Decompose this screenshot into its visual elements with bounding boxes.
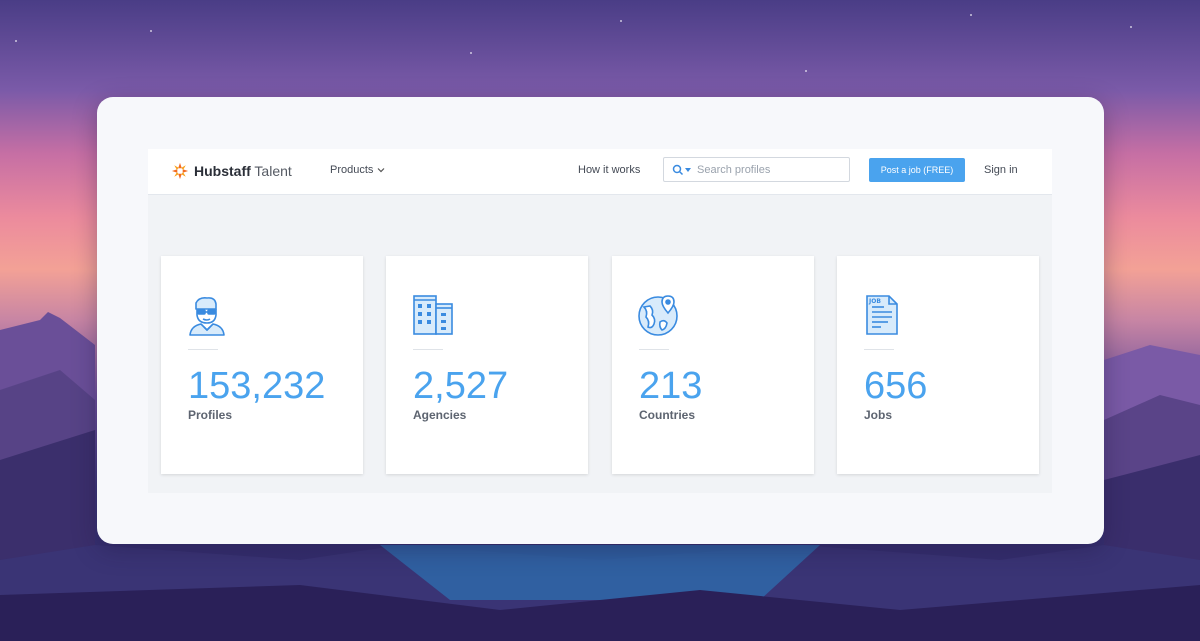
how-it-works-link[interactable]: How it works bbox=[578, 164, 640, 176]
stat-label: Countries bbox=[639, 408, 696, 422]
stat-card-profiles: 153,232 Profiles bbox=[161, 256, 363, 474]
stat-card-agencies: 2,527 Agencies bbox=[386, 256, 588, 474]
person-icon bbox=[189, 297, 225, 336]
stat-value: 213 bbox=[639, 365, 703, 407]
stat-value: 656 bbox=[864, 365, 928, 407]
card-divider bbox=[639, 349, 669, 350]
stat-label: Agencies bbox=[413, 408, 467, 422]
search-input[interactable] bbox=[697, 163, 837, 176]
chevron-down-icon bbox=[377, 168, 385, 173]
building-icon bbox=[413, 295, 453, 335]
stat-label: Jobs bbox=[864, 408, 893, 422]
website-preview: Hubstaff Talent Products How it works Po… bbox=[148, 149, 1052, 493]
logo-mark-icon bbox=[171, 162, 189, 180]
search-filter-caret-icon[interactable] bbox=[685, 167, 691, 172]
brand-name-bold: Hubstaff bbox=[194, 163, 251, 179]
brand-name: Hubstaff Talent bbox=[194, 163, 292, 179]
job-icon-text: JOB bbox=[868, 298, 881, 305]
products-menu[interactable]: Products bbox=[330, 164, 385, 176]
stat-card-jobs: JOB 656 Jobs bbox=[837, 256, 1039, 474]
products-label: Products bbox=[330, 164, 374, 176]
stat-label: Profiles bbox=[188, 408, 233, 422]
card-divider bbox=[188, 349, 218, 350]
browser-frame: Hubstaff Talent Products How it works Po… bbox=[97, 97, 1104, 544]
stat-value: 2,527 bbox=[413, 365, 509, 407]
search-box[interactable] bbox=[663, 157, 850, 182]
top-navigation: Hubstaff Talent Products How it works Po… bbox=[148, 149, 1052, 195]
card-divider bbox=[864, 349, 894, 350]
brand-name-light: Talent bbox=[254, 163, 292, 179]
stat-value: 153,232 bbox=[188, 365, 326, 407]
globe-icon bbox=[638, 295, 678, 336]
sign-in-link[interactable]: Sign in bbox=[984, 164, 1018, 176]
hubstaff-talent-logo[interactable]: Hubstaff Talent bbox=[171, 160, 292, 182]
post-job-button[interactable]: Post a job (FREE) bbox=[869, 158, 965, 182]
card-divider bbox=[413, 349, 443, 350]
stat-card-countries: 213 Countries bbox=[612, 256, 814, 474]
job-document-icon: JOB bbox=[866, 295, 898, 335]
